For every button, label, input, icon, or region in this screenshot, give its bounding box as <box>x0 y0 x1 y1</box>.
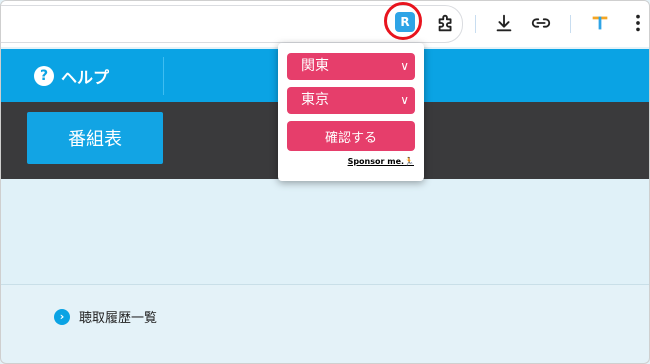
puzzle-extensions-icon[interactable] <box>435 12 457 34</box>
more-menu-icon[interactable] <box>627 12 649 34</box>
history-label: 聴取履歴一覧 <box>79 311 158 326</box>
toolbar-separator <box>475 15 476 33</box>
sponsor-label: Sponsor me. <box>347 157 405 166</box>
content-divider <box>1 284 649 285</box>
chevron-down-icon: ∨ <box>400 93 409 107</box>
content-area <box>1 179 649 284</box>
chevron-right-icon: › <box>54 308 70 325</box>
help-icon: ? <box>34 66 54 86</box>
area-select-value: 東京 <box>301 92 329 108</box>
toolbar-separator <box>570 15 571 33</box>
schedule-button[interactable]: 番組表 <box>27 112 163 164</box>
region-select-value: 関東 <box>301 58 329 74</box>
listening-history-link[interactable]: › 聴取履歴一覧 <box>54 307 157 326</box>
link-icon[interactable] <box>530 12 552 34</box>
nav-divider <box>163 57 164 95</box>
help-label: ヘルプ <box>61 68 110 87</box>
area-select[interactable]: 東京 ∨ <box>287 87 415 114</box>
region-select[interactable]: 関東 ∨ <box>287 53 415 80</box>
chevron-down-icon: ∨ <box>400 59 409 73</box>
runner-emoji-icon: 🏃 <box>404 157 414 166</box>
confirm-button[interactable]: 確認する <box>287 121 415 151</box>
extension-popup: 関東 ∨ 東京 ∨ 確認する Sponsor me.🏃 <box>278 43 424 181</box>
help-link[interactable]: ? ヘルプ <box>34 64 109 88</box>
download-icon[interactable] <box>493 12 515 34</box>
translate-extension-icon[interactable] <box>589 12 611 34</box>
browser-toolbar: R <box>1 1 649 47</box>
highlight-circle <box>384 2 422 40</box>
sponsor-link[interactable]: Sponsor me.🏃 <box>348 157 414 166</box>
browser-window: R ? ヘルプ 番組表 › 聴取履歴一覧 関東 ∨ 東京 ∨ 確認する Spon… <box>0 0 650 364</box>
